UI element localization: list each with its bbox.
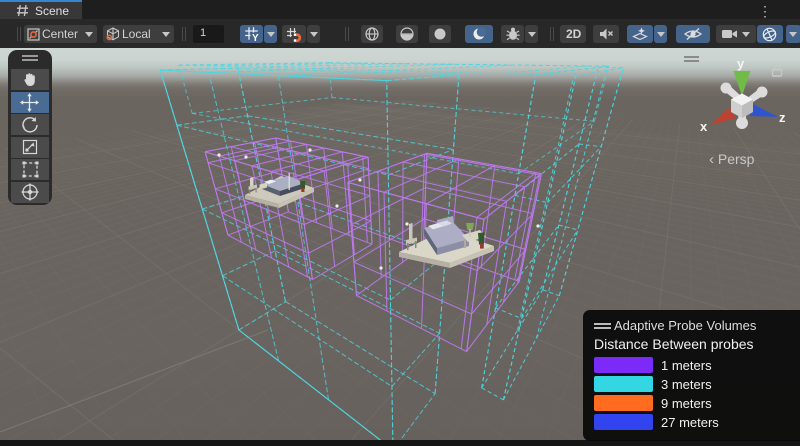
svg-text:y: y: [737, 56, 745, 71]
svg-text:z: z: [779, 110, 786, 125]
svg-text:x: x: [700, 119, 708, 134]
svg-text:Y: Y: [252, 33, 259, 42]
